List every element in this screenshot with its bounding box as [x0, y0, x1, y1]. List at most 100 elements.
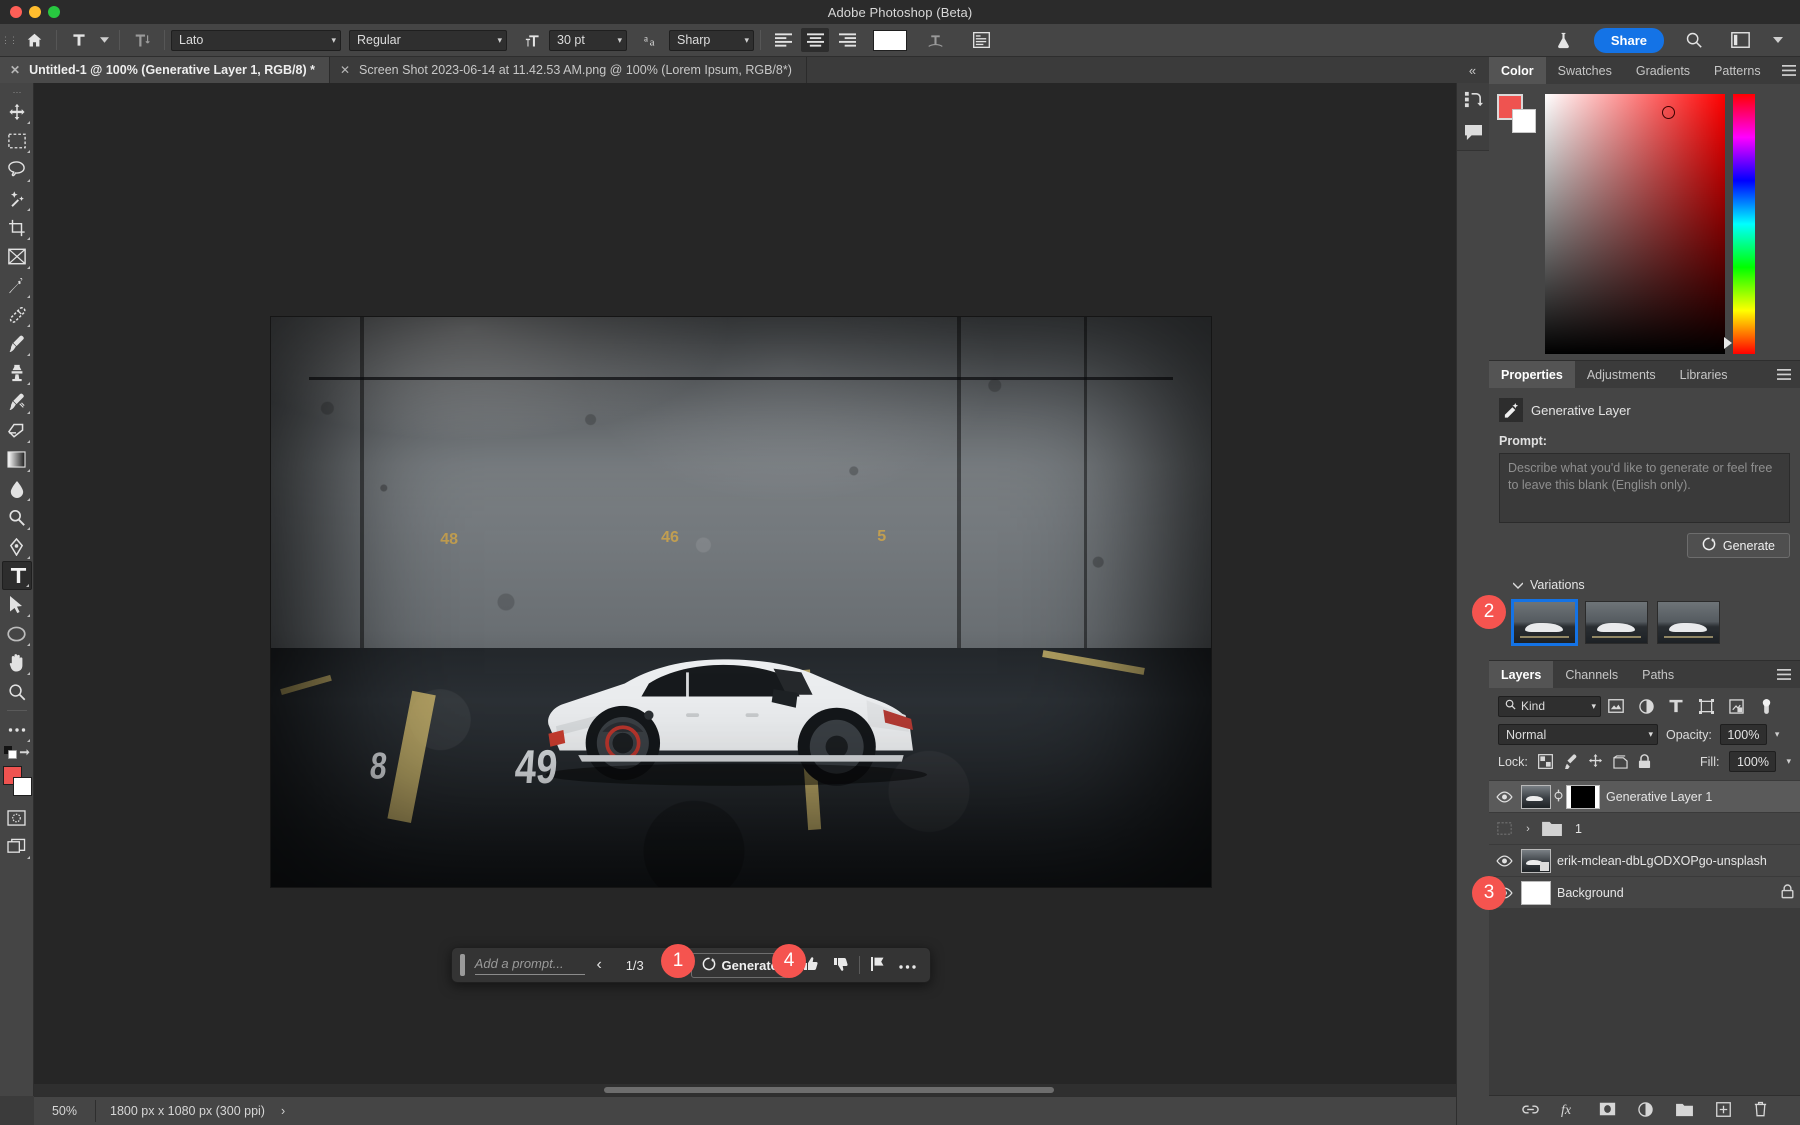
document-size[interactable]: 1800 px x 1080 px (300 ppi) › [96, 1104, 299, 1118]
delete-layer-icon[interactable] [1753, 1101, 1768, 1120]
align-left-icon[interactable] [769, 28, 797, 52]
layer-kind-filter[interactable]: Kind ▾ [1498, 695, 1601, 717]
hue-slider[interactable] [1724, 94, 1755, 354]
sidebar-item-path-selection-tool[interactable] [2, 590, 32, 619]
panel-menu-icon[interactable] [1768, 661, 1800, 688]
chevron-down-icon[interactable] [1512, 578, 1524, 592]
chevron-right-icon[interactable]: › [1521, 823, 1535, 835]
layer-name[interactable]: erik-mclean-dbLgODXOPgo-unsplash [1557, 854, 1767, 868]
chevron-down-icon[interactable] [97, 28, 111, 52]
swap-colors-icon[interactable] [19, 747, 30, 762]
character-panel-icon[interactable] [967, 28, 995, 52]
opacity-value[interactable]: 100% [1719, 724, 1767, 745]
align-center-icon[interactable] [801, 28, 829, 52]
tab-patterns[interactable]: Patterns [1702, 57, 1773, 84]
tab-libraries[interactable]: Libraries [1668, 361, 1740, 388]
sidebar-item-ellipse-tool[interactable] [2, 619, 32, 648]
more-options-icon[interactable] [894, 958, 922, 973]
prompt-input[interactable]: Add a prompt... [474, 956, 585, 975]
font-size-select[interactable]: 30 pt ▾ [549, 29, 627, 51]
align-right-icon[interactable] [833, 28, 861, 52]
panel-menu-icon[interactable] [1773, 57, 1800, 84]
comments-icon[interactable] [1464, 124, 1483, 144]
generate-button[interactable]: Generate [1686, 533, 1790, 558]
hue-slider-marker[interactable] [1724, 337, 1732, 349]
color-selector-ring[interactable] [1662, 106, 1675, 119]
lock-transparency-icon[interactable] [1537, 754, 1553, 769]
default-colors-icon[interactable] [3, 746, 17, 762]
zoom-level[interactable]: 50% [34, 1100, 96, 1122]
text-color-swatch[interactable] [873, 29, 907, 51]
sidebar-item-eraser-tool[interactable] [2, 416, 32, 445]
background-color-swatch[interactable] [1512, 109, 1536, 133]
lock-artboard-icon[interactable] [1613, 754, 1628, 769]
sidebar-item-type-tool[interactable] [1, 561, 32, 590]
sidebar-item-healing-brush-tool[interactable] [2, 300, 32, 329]
sidebar-item-eyedropper-tool[interactable] [2, 271, 32, 300]
sidebar-item-zoom-tool[interactable] [2, 677, 32, 706]
layer-style-icon[interactable]: fx [1561, 1102, 1577, 1120]
tab-swatches[interactable]: Swatches [1546, 57, 1624, 84]
variation-thumbnail-2[interactable] [1585, 601, 1648, 644]
chevron-down-icon[interactable] [1772, 28, 1784, 52]
variation-thumbnail-3[interactable] [1657, 601, 1720, 644]
document-canvas[interactable]: 48 46 5 8 49 [271, 317, 1211, 887]
filter-toggle-icon[interactable] [1751, 694, 1781, 718]
anti-alias-select[interactable]: Sharp ▾ [669, 29, 754, 51]
canvas-area[interactable]: 48 46 5 8 49 Add a prompt... ‹ 1/3 Gener… [34, 83, 1471, 1096]
tab-paths[interactable]: Paths [1630, 661, 1686, 688]
layer-mask-thumbnail[interactable] [1566, 784, 1600, 809]
document-tab-untitled-1[interactable]: ✕ Untitled-1 @ 100% (Generative Layer 1,… [0, 57, 330, 83]
chevron-down-icon[interactable]: ▾ [1775, 729, 1780, 740]
foreground-background-color[interactable] [2, 766, 32, 800]
scrollbar-thumb[interactable] [604, 1087, 1054, 1093]
color-swatch-stack[interactable] [1497, 94, 1537, 134]
lock-image-icon[interactable] [1563, 754, 1578, 769]
options-bar-grip[interactable]: ⋮⋮ [1, 24, 18, 57]
color-picker-body[interactable] [1489, 84, 1800, 360]
close-window-button[interactable] [10, 6, 22, 18]
tab-properties[interactable]: Properties [1489, 361, 1575, 388]
sidebar-item-frame-tool[interactable] [2, 242, 32, 271]
variation-thumbnail-1[interactable] [1511, 599, 1578, 646]
adjustment-layer-icon[interactable] [1637, 1101, 1653, 1120]
thumbs-down-icon[interactable] [827, 956, 855, 975]
taskbar-drag-handle[interactable] [460, 954, 465, 976]
variations-header[interactable]: Variations [1512, 578, 1790, 592]
layers-group-1[interactable]: › 1 [1489, 812, 1800, 844]
lock-all-icon[interactable] [1638, 754, 1651, 769]
sidebar-item-blur-tool[interactable] [2, 474, 32, 503]
layers-background[interactable]: Background [1489, 876, 1800, 908]
panel-menu-icon[interactable] [1768, 361, 1800, 388]
link-layers-icon[interactable] [1521, 1103, 1539, 1118]
shape-filter-icon[interactable] [1691, 694, 1721, 718]
sidebar-item-object-selection-tool[interactable] [2, 184, 32, 213]
new-group-icon[interactable] [1675, 1102, 1694, 1120]
blend-mode-select[interactable]: Normal ▾ [1498, 724, 1658, 745]
layers-generative-layer[interactable]: Generative Layer 1 [1489, 780, 1800, 812]
warp-text-icon[interactable] [921, 28, 949, 52]
saturation-value-picker[interactable] [1545, 94, 1725, 354]
flask-icon[interactable] [1550, 28, 1578, 52]
type-filter-icon[interactable] [1661, 694, 1691, 718]
text-orientation-icon[interactable] [128, 28, 156, 52]
font-style-select[interactable]: Regular ▾ [349, 29, 507, 51]
layer-name[interactable]: Background [1557, 886, 1624, 900]
sidebar-item-clone-stamp-tool[interactable] [2, 358, 32, 387]
layer-name[interactable]: Generative Layer 1 [1606, 790, 1712, 804]
edit-toolbar-ellipsis-icon[interactable] [2, 715, 32, 744]
collapse-panels-icon[interactable]: « [1456, 60, 1489, 80]
prompt-textarea[interactable]: Describe what you'd like to generate or … [1499, 453, 1790, 523]
history-icon[interactable] [1464, 90, 1483, 112]
background-color-swatch[interactable] [12, 777, 32, 796]
layer-thumbnail[interactable] [1521, 848, 1551, 873]
sidebar-item-move-tool[interactable] [2, 97, 32, 126]
sidebar-item-history-brush-tool[interactable] [2, 387, 32, 416]
new-layer-icon[interactable] [1715, 1101, 1731, 1120]
minimize-window-button[interactable] [29, 6, 41, 18]
maximize-window-button[interactable] [48, 6, 60, 18]
add-mask-icon[interactable] [1599, 1102, 1616, 1119]
layer-thumbnail[interactable] [1521, 880, 1551, 905]
layer-thumbnail[interactable] [1521, 784, 1551, 809]
fill-value[interactable]: 100% [1729, 751, 1777, 772]
